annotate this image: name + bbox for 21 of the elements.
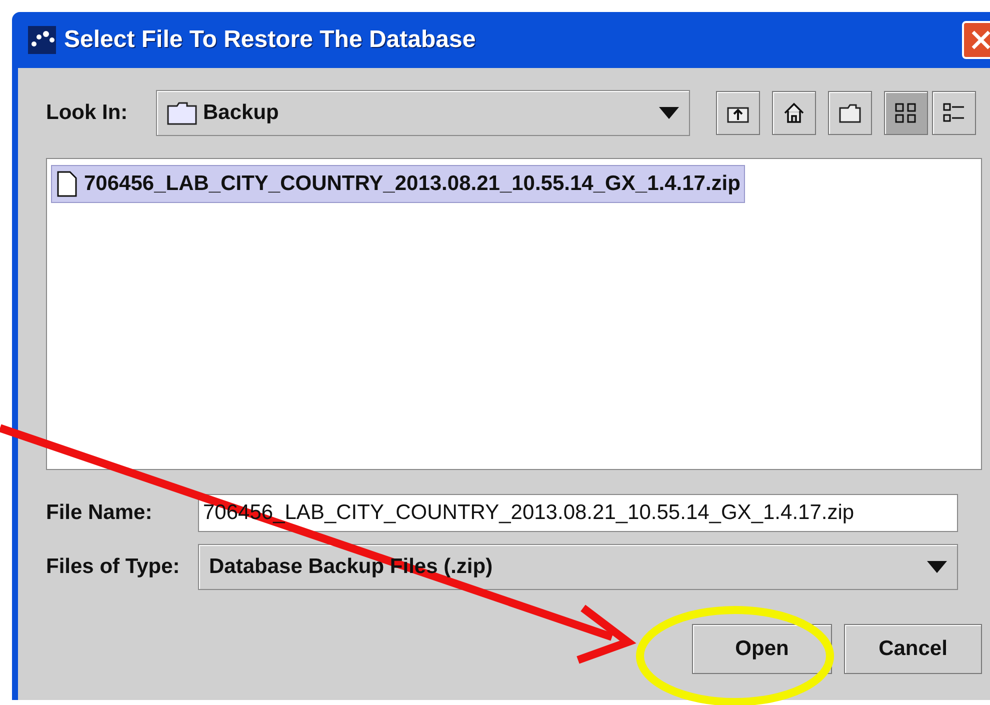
file-icon (56, 170, 78, 198)
file-type-dropdown[interactable]: Database Backup Files (.zip) (198, 544, 958, 590)
cancel-button[interactable]: Cancel (844, 624, 982, 674)
close-button[interactable] (962, 21, 990, 59)
look-in-label: Look In: (46, 101, 129, 125)
list-button[interactable] (884, 91, 928, 135)
app-icon (28, 26, 56, 54)
window-title: Select File To Restore The Database (64, 26, 476, 54)
details-button[interactable] (932, 91, 976, 135)
caret-icon (927, 561, 947, 573)
folder-icon (167, 101, 197, 125)
look-in-dropdown[interactable]: Backup (156, 90, 690, 136)
file-name-label: File Name: (46, 501, 154, 525)
file-item[interactable]: 706456_LAB_CITY_COUNTRY_2013.08.21_10.55.14_GX_1.4.17.zip (51, 165, 746, 203)
home-button[interactable] (772, 91, 816, 135)
close-icon (970, 29, 990, 51)
file-type-label: Files of Type: (46, 555, 181, 579)
caret-icon (659, 107, 679, 119)
up-button[interactable] (716, 91, 760, 135)
open-button[interactable]: Open (692, 624, 832, 674)
new-folder-button[interactable] (828, 91, 872, 135)
